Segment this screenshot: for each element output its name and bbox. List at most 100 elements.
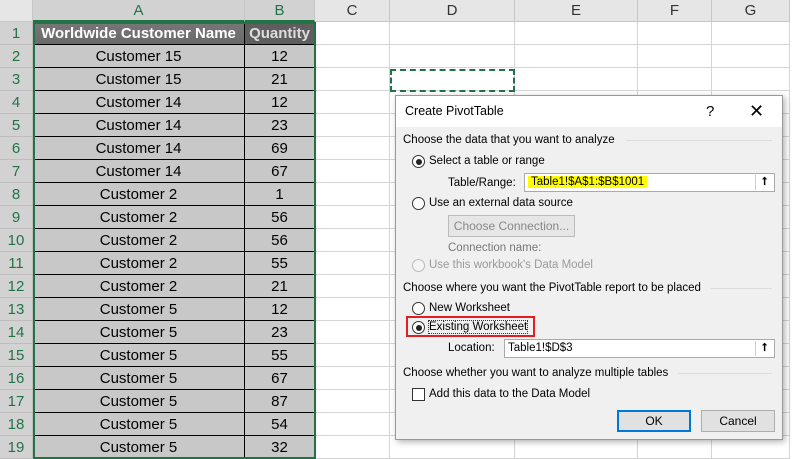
empty-cell[interactable]: [315, 367, 390, 390]
empty-cell[interactable]: [390, 45, 515, 68]
table-cell[interactable]: Customer 5: [33, 344, 245, 367]
table-cell[interactable]: 56: [245, 206, 315, 229]
column-header-D[interactable]: D: [390, 0, 515, 22]
help-button[interactable]: ?: [706, 96, 714, 127]
close-icon[interactable]: ✕: [749, 96, 764, 127]
table-cell[interactable]: 55: [245, 252, 315, 275]
table-cell[interactable]: 32: [245, 436, 315, 459]
column-header-B[interactable]: B: [245, 0, 315, 22]
empty-cell[interactable]: [315, 436, 390, 459]
empty-cell[interactable]: [638, 68, 712, 91]
empty-cell[interactable]: [315, 91, 390, 114]
empty-cell[interactable]: [638, 22, 712, 45]
row-header-6[interactable]: 6: [0, 137, 33, 160]
table-cell[interactable]: 55: [245, 344, 315, 367]
column-header-C[interactable]: C: [315, 0, 390, 22]
column-header-E[interactable]: E: [515, 0, 638, 22]
row-header-5[interactable]: 5: [0, 114, 33, 137]
row-header-18[interactable]: 18: [0, 413, 33, 436]
empty-cell[interactable]: [315, 252, 390, 275]
table-cell[interactable]: 21: [245, 275, 315, 298]
radio-new-worksheet[interactable]: [412, 302, 425, 315]
row-header-13[interactable]: 13: [0, 298, 33, 321]
table-cell[interactable]: Customer 5: [33, 321, 245, 344]
row-header-16[interactable]: 16: [0, 367, 33, 390]
table-cell[interactable]: Customer 5: [33, 390, 245, 413]
empty-cell[interactable]: [315, 298, 390, 321]
table-cell[interactable]: 67: [245, 160, 315, 183]
table-cell[interactable]: 87: [245, 390, 315, 413]
row-header-19[interactable]: 19: [0, 436, 33, 459]
empty-cell[interactable]: [712, 68, 790, 91]
empty-cell[interactable]: [390, 22, 515, 45]
collapse-dialog-icon[interactable]: ⭡: [755, 175, 773, 190]
empty-cell[interactable]: [315, 229, 390, 252]
table-header-cell[interactable]: Worldwide Customer Name: [33, 22, 245, 45]
label-add-data-model[interactable]: Add this data to the Data Model: [429, 388, 590, 400]
ok-button[interactable]: OK: [617, 410, 691, 432]
empty-cell[interactable]: [638, 45, 712, 68]
column-header-F[interactable]: F: [638, 0, 712, 22]
table-cell[interactable]: Customer 15: [33, 68, 245, 91]
table-cell[interactable]: 12: [245, 91, 315, 114]
table-cell[interactable]: 12: [245, 45, 315, 68]
label-new-worksheet[interactable]: New Worksheet: [429, 302, 510, 314]
empty-cell[interactable]: [712, 22, 790, 45]
empty-cell[interactable]: [315, 344, 390, 367]
label-existing-worksheet[interactable]: Existing Worksheet: [427, 320, 529, 334]
label-data-model[interactable]: Use this workbook's Data Model: [429, 259, 593, 271]
row-header-10[interactable]: 10: [0, 229, 33, 252]
table-cell[interactable]: Customer 2: [33, 183, 245, 206]
table-cell[interactable]: Customer 14: [33, 91, 245, 114]
row-header-7[interactable]: 7: [0, 160, 33, 183]
empty-cell[interactable]: [315, 45, 390, 68]
collapse-dialog-icon[interactable]: ⭡: [755, 341, 773, 356]
row-header-2[interactable]: 2: [0, 45, 33, 68]
table-cell[interactable]: Customer 2: [33, 275, 245, 298]
location-input[interactable]: Table1!$D$3 ⭡: [504, 339, 775, 358]
table-cell[interactable]: Customer 5: [33, 367, 245, 390]
column-header-A[interactable]: A: [33, 0, 245, 22]
add-data-model-checkbox[interactable]: [412, 388, 425, 401]
table-cell[interactable]: Customer 5: [33, 298, 245, 321]
empty-cell[interactable]: [315, 160, 390, 183]
empty-cell[interactable]: [315, 68, 390, 91]
empty-cell[interactable]: [315, 114, 390, 137]
table-cell[interactable]: 69: [245, 137, 315, 160]
empty-cell[interactable]: [315, 413, 390, 436]
empty-cell[interactable]: [515, 68, 638, 91]
empty-cell[interactable]: [315, 390, 390, 413]
row-header-3[interactable]: 3: [0, 68, 33, 91]
table-cell[interactable]: Customer 5: [33, 436, 245, 459]
cancel-button[interactable]: Cancel: [701, 410, 775, 432]
row-header-9[interactable]: 9: [0, 206, 33, 229]
table-cell[interactable]: Customer 14: [33, 114, 245, 137]
table-cell[interactable]: 1: [245, 183, 315, 206]
table-cell[interactable]: Customer 2: [33, 206, 245, 229]
radio-data-model[interactable]: [412, 259, 425, 272]
row-header-11[interactable]: 11: [0, 252, 33, 275]
row-header-12[interactable]: 12: [0, 275, 33, 298]
radio-external-source[interactable]: [412, 197, 425, 210]
select-all-corner[interactable]: [0, 0, 33, 22]
table-cell[interactable]: Customer 2: [33, 252, 245, 275]
row-header-15[interactable]: 15: [0, 344, 33, 367]
row-header-17[interactable]: 17: [0, 390, 33, 413]
table-header-cell[interactable]: Quantity: [245, 22, 315, 45]
table-cell[interactable]: Customer 14: [33, 137, 245, 160]
table-cell[interactable]: 67: [245, 367, 315, 390]
row-header-14[interactable]: 14: [0, 321, 33, 344]
table-cell[interactable]: 21: [245, 68, 315, 91]
row-header-4[interactable]: 4: [0, 91, 33, 114]
radio-select-table[interactable]: [412, 155, 425, 168]
table-cell[interactable]: 23: [245, 114, 315, 137]
empty-cell[interactable]: [515, 45, 638, 68]
column-header-G[interactable]: G: [712, 0, 790, 22]
row-header-1[interactable]: 1: [0, 22, 33, 45]
empty-cell[interactable]: [712, 45, 790, 68]
empty-cell[interactable]: [315, 321, 390, 344]
empty-cell[interactable]: [315, 183, 390, 206]
empty-cell[interactable]: [515, 22, 638, 45]
table-cell[interactable]: 56: [245, 229, 315, 252]
table-cell[interactable]: 23: [245, 321, 315, 344]
